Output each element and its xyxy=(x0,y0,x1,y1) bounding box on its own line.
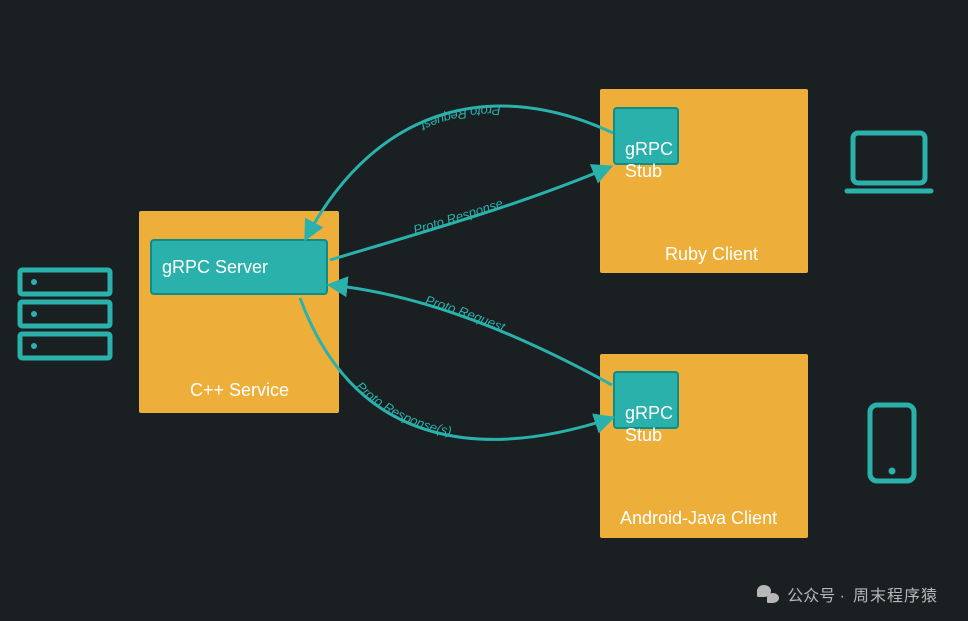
flow-label-1: Proto Response xyxy=(412,195,505,237)
server-service-caption: C++ Service xyxy=(190,380,289,401)
grpc-server-box: gRPC Server xyxy=(150,239,328,295)
watermark-name: 周末程序猿 xyxy=(853,582,938,606)
flow-label-0: Proto Request xyxy=(417,103,500,135)
client-caption-ruby: Ruby Client xyxy=(665,244,758,265)
watermark: 公众号 · 周末程序猿 xyxy=(757,582,938,606)
flow-label-2: Proto Request xyxy=(424,292,509,335)
grpc-stub-android: gRPC Stub xyxy=(613,371,679,429)
grpc-stub-ruby: gRPC Stub xyxy=(613,107,679,165)
grpc-server-label: gRPC Server xyxy=(162,256,268,279)
wechat-icon xyxy=(757,583,779,605)
client-caption-android: Android-Java Client xyxy=(620,508,777,529)
flow-label-3: Proto Response(s) xyxy=(353,379,453,439)
watermark-prefix: 公众号 · xyxy=(787,582,845,606)
